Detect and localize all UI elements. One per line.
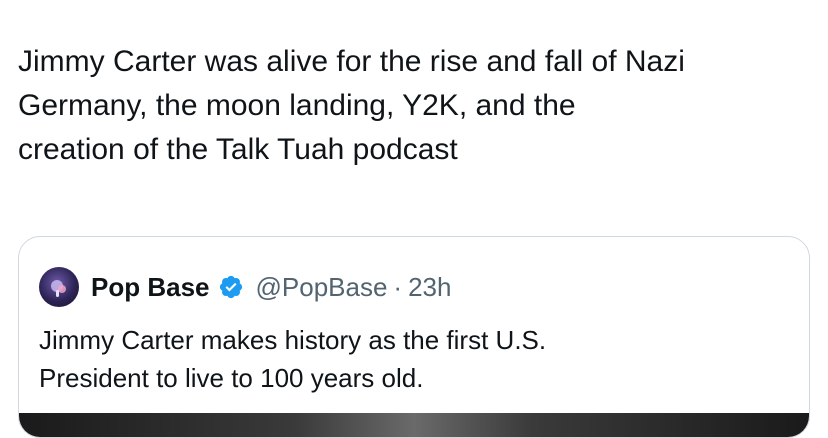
display-name[interactable]: Pop Base bbox=[91, 272, 210, 303]
quoted-tweet-media[interactable] bbox=[19, 413, 809, 437]
tweet-text-line: Jimmy Carter was alive for the rise and … bbox=[18, 45, 685, 78]
avatar[interactable] bbox=[39, 267, 79, 307]
quoted-tweet-text-line: Jimmy Carter makes history as the first … bbox=[39, 325, 547, 355]
tweet-timestamp[interactable]: 23h bbox=[408, 272, 451, 303]
tweet-text-line: Germany, the moon landing, Y2K, and the bbox=[18, 89, 576, 122]
pop-base-logo-icon bbox=[51, 280, 66, 297]
quoted-tweet-text: Jimmy Carter makes history as the first … bbox=[39, 321, 799, 397]
quoted-tweet-card[interactable]: Pop Base @PopBase · 23h Jimmy Carter mak… bbox=[18, 236, 810, 438]
quoted-tweet-text-line: President to live to 100 years old. bbox=[39, 363, 424, 393]
verified-badge-icon bbox=[218, 274, 244, 300]
tweet-text: Jimmy Carter was alive for the rise and … bbox=[18, 40, 818, 172]
separator-dot: · bbox=[393, 271, 403, 302]
quoted-tweet-header: Pop Base @PopBase · 23h bbox=[39, 267, 451, 307]
user-handle[interactable]: @PopBase bbox=[256, 272, 388, 303]
tweet-text-line: creation of the Talk Tuah podcast bbox=[18, 133, 458, 166]
